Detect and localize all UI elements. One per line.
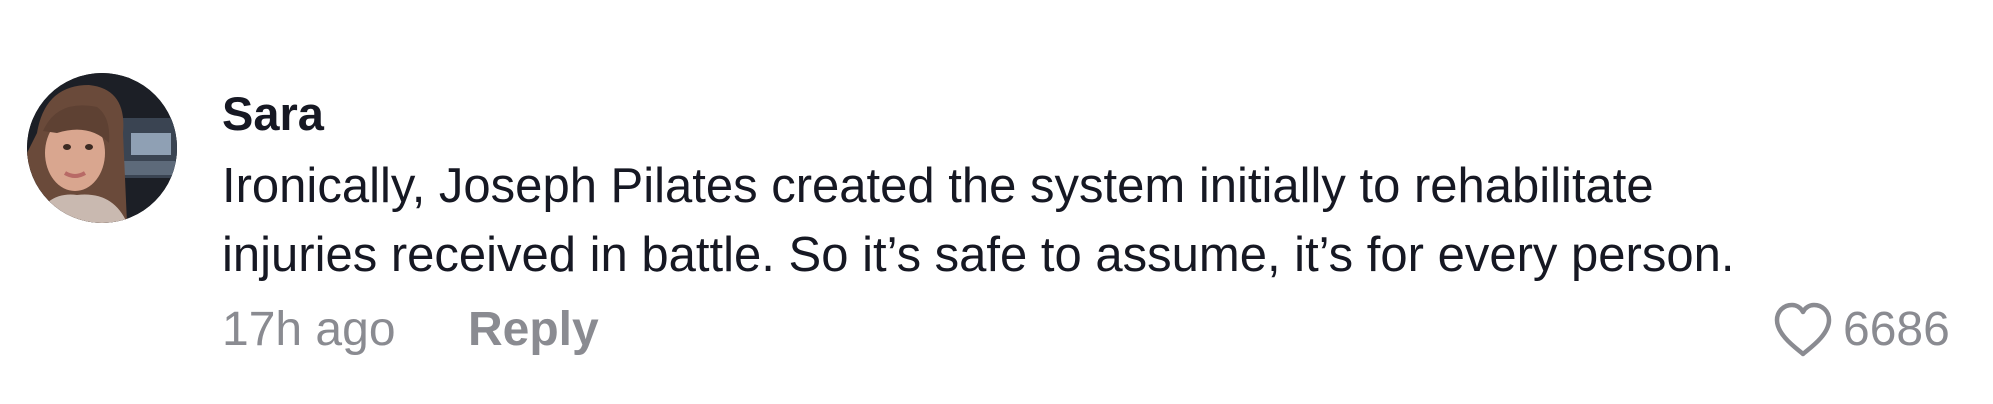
username[interactable]: Sara <box>222 84 324 144</box>
avatar[interactable] <box>27 73 177 223</box>
avatar-photo <box>27 73 177 223</box>
reply-button[interactable]: Reply <box>468 300 599 360</box>
like-count: 6686 <box>1843 303 1950 356</box>
comment-text: Ironically, Joseph Pilates created the s… <box>222 152 1942 290</box>
like-button[interactable]: 6686 <box>1773 300 1950 360</box>
heart-outline-icon[interactable] <box>1773 302 1833 358</box>
timestamp: 17h ago <box>222 303 396 356</box>
comment-text-line: injuries received in battle. So it’s saf… <box>222 228 1735 282</box>
comment-text-line: Ironically, Joseph Pilates created the s… <box>222 159 1654 213</box>
comment-item: Sara Ironically, Joseph Pilates created … <box>0 0 1993 404</box>
